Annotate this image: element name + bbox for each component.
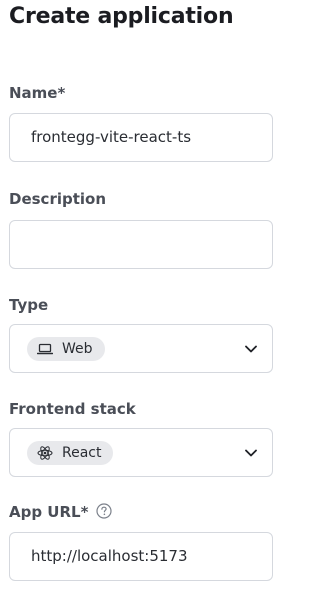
frontend-stack-selected-chip: React — [27, 441, 114, 465]
frontend-stack-select[interactable]: React — [9, 428, 273, 477]
description-input[interactable] — [9, 220, 273, 269]
laptop-icon — [37, 343, 53, 355]
type-select[interactable]: Web — [9, 324, 273, 373]
frontend-stack-selected-label: React — [62, 445, 102, 461]
name-input-value: frontegg-vite-react-ts — [31, 128, 192, 146]
app-url-input[interactable]: http://localhost:5173 — [9, 532, 273, 581]
frontend-stack-label: Frontend stack — [9, 400, 136, 418]
type-selected-chip: Web — [27, 337, 105, 361]
name-input[interactable]: frontegg-vite-react-ts — [9, 113, 273, 162]
description-label: Description — [9, 190, 107, 208]
chevron-down-icon[interactable] — [244, 343, 258, 355]
type-selected-label: Web — [62, 341, 93, 357]
page-title: Create application — [9, 4, 234, 29]
chevron-down-icon[interactable] — [244, 447, 258, 459]
question-circle-icon[interactable] — [96, 503, 112, 519]
name-label: Name* — [9, 84, 66, 102]
type-label: Type — [9, 296, 49, 314]
app-url-input-value: http://localhost:5173 — [31, 547, 188, 565]
app-url-label: App URL* — [9, 503, 89, 521]
react-atom-icon — [37, 445, 53, 461]
